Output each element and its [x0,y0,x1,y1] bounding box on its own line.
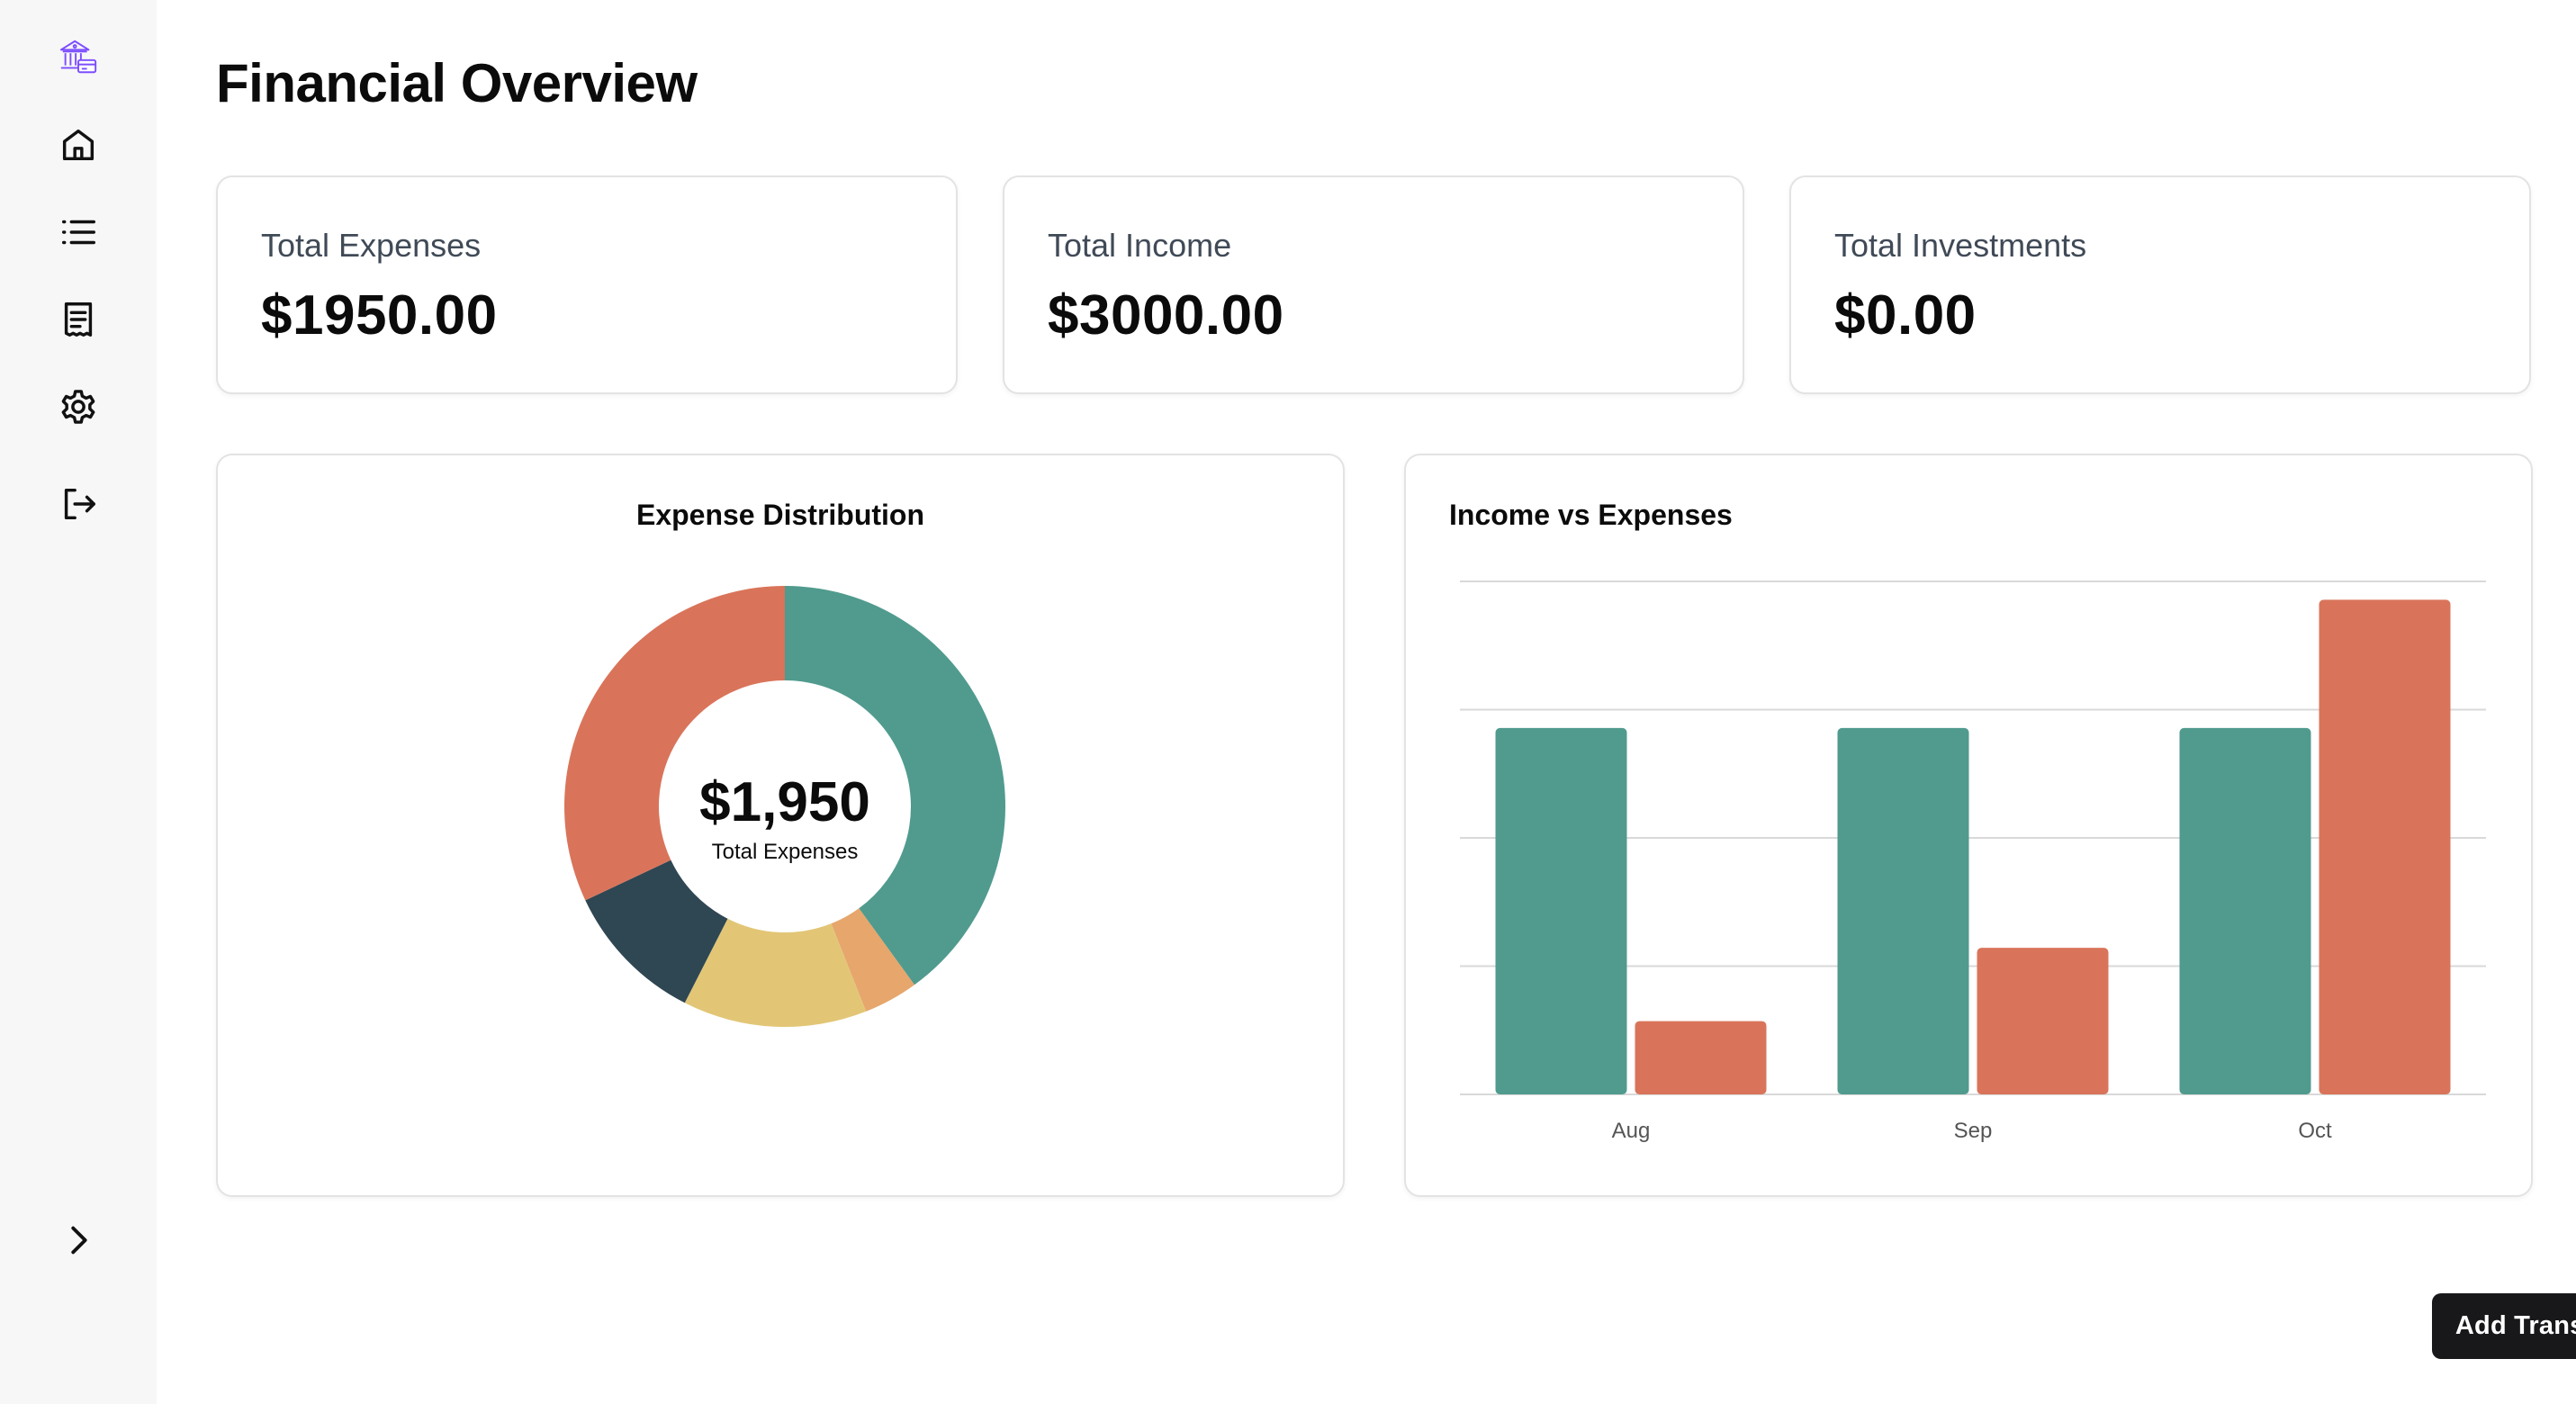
stat-card-expenses: Total Expenses $1950.00 [216,176,958,394]
bar-aug-0[interactable] [1495,727,1627,1094]
logout-icon[interactable] [51,477,105,531]
stat-label: Total Income [1048,227,1232,264]
donut-total-value: $1,950 [699,771,870,833]
panel-title: Expense Distribution [635,499,925,531]
x-tick-label: Sep [1954,1119,1993,1143]
stat-label: Total Expenses [261,227,482,264]
settings-icon[interactable] [51,380,105,434]
donut-total-label: Total Expenses [711,840,859,864]
stat-card-investments: Total Investments $0.00 [1789,176,2531,394]
expense-distribution-panel: Expense Distribution $1,950 Total Expens… [216,454,1345,1197]
list-icon[interactable] [51,205,105,259]
bank-card-logo-icon[interactable] [51,30,105,84]
bar-chart: Aug Sep Oct [1460,580,2486,1143]
stat-label: Total Investments [1834,227,2087,264]
page-title: Financial Overview [216,53,698,113]
home-icon[interactable] [51,118,105,172]
main-content: Financial Overview Total Expenses $1950.… [157,0,2576,1404]
sidebar [0,0,157,1404]
income-vs-expenses-panel: Income vs Expenses Aug Sep Oct [1404,454,2533,1197]
x-tick-label: Aug [1612,1119,1651,1143]
stat-card-income: Total Income $3000.00 [1003,176,1744,394]
bar-oct-1[interactable] [2319,599,2451,1094]
stat-value: $1950.00 [261,284,498,346]
chevron-right-icon[interactable] [51,1213,105,1267]
bar-sep-1[interactable] [1977,948,2109,1094]
bar-oct-0[interactable] [2179,727,2311,1094]
bar-aug-1[interactable] [1635,1021,1767,1094]
receipt-icon[interactable] [51,292,105,346]
stat-value: $0.00 [1834,284,1977,346]
stat-value: $3000.00 [1048,284,1284,346]
donut-center: $1,950 Total Expenses [650,770,920,865]
add-transaction-button[interactable]: Add Transaction [2432,1293,2576,1359]
bar-sep-0[interactable] [1837,727,1969,1094]
x-tick-label: Oct [2298,1119,2332,1143]
